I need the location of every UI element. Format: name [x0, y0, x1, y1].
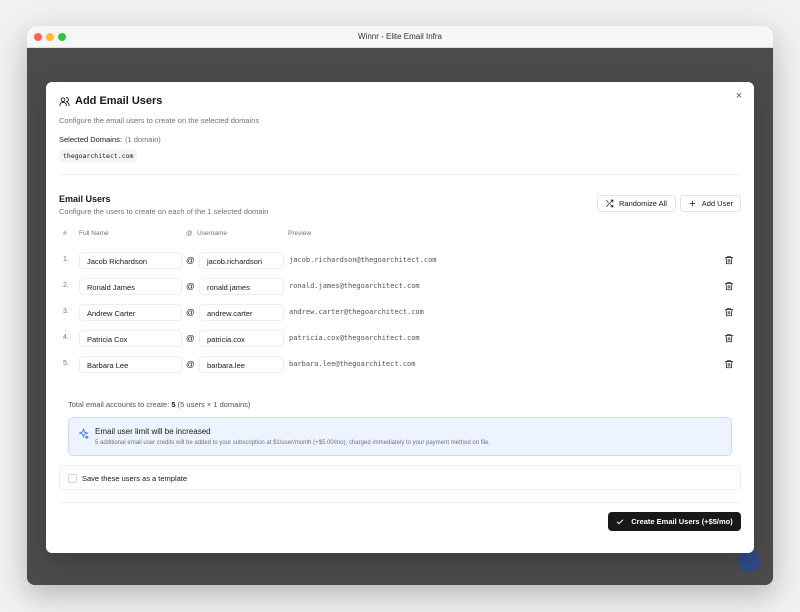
window-title: Winnr - Elite Email Infra	[357, 32, 443, 41]
username-input[interactable]: barbara.lee	[199, 356, 284, 373]
trash-icon[interactable]	[724, 255, 734, 265]
trash-icon[interactable]	[724, 359, 734, 369]
users-icon	[59, 96, 70, 106]
summary-detail: (5 users × 1 domains)	[177, 400, 251, 409]
username-input[interactable]: jacob.richardson	[199, 252, 284, 269]
chat-fab-button	[738, 550, 760, 572]
email-users-subtitle: Configure the users to create on each of…	[59, 207, 269, 216]
email-preview: jacob.richardson@thegoarchitect.com	[289, 256, 437, 264]
save-template-label: Save these users as a template	[82, 474, 188, 483]
footer-divider	[59, 502, 741, 503]
username-input[interactable]: patricia.cox	[199, 330, 284, 347]
at-sign: @	[186, 333, 195, 343]
column-header-full-name: Full Name	[79, 230, 109, 237]
plus-icon	[689, 200, 696, 207]
full-name-input[interactable]: Patricia Cox	[79, 330, 182, 347]
add-user-button[interactable]: Add User	[680, 195, 741, 212]
table-row: 4. Patricia Cox @ patricia.cox patricia.…	[59, 330, 741, 348]
dialog-header: Add Email Users	[59, 95, 162, 107]
email-preview: ronald.james@thegoarchitect.com	[289, 282, 420, 290]
add-user-label: Add User	[701, 199, 733, 208]
save-template-checkbox[interactable]	[68, 474, 77, 483]
column-header-number: #	[63, 230, 67, 237]
dialog-title: Add Email Users	[59, 95, 162, 107]
check-icon	[617, 519, 624, 524]
at-sign: @	[186, 281, 195, 291]
email-preview: patricia.cox@thegoarchitect.com	[289, 334, 420, 342]
username-input[interactable]: andrew.carter	[199, 304, 284, 321]
at-sign: @	[186, 307, 195, 317]
table-row: 1. Jacob Richardson @ jacob.richardson j…	[59, 252, 741, 270]
selected-domains-label-text: Selected Domains:	[59, 135, 122, 144]
create-email-users-label: Create Email Users (+$5/mo)	[631, 517, 733, 526]
title-bar: Winnr - Elite Email Infra	[27, 26, 773, 48]
full-name-input[interactable]: Andrew Carter	[79, 304, 182, 321]
full-name-input[interactable]: Jacob Richardson	[79, 252, 182, 269]
shuffle-icon	[606, 199, 614, 208]
full-name-input[interactable]: Barbara Lee	[79, 356, 182, 373]
limit-notice-description: 5 additional email user credits will be …	[95, 440, 491, 446]
total-accounts-summary: Total email accounts to create: 5 (5 use…	[68, 400, 250, 409]
column-header-at: @	[186, 230, 193, 237]
sparkle-icon	[78, 428, 89, 439]
email-preview: andrew.carter@thegoarchitect.com	[289, 308, 424, 316]
at-sign: @	[186, 359, 195, 369]
summary-label: Total email accounts to create:	[68, 400, 170, 409]
create-email-users-button[interactable]: Create Email Users (+$5/mo)	[608, 512, 741, 531]
full-name-input[interactable]: Ronald James	[79, 278, 182, 295]
row-number: 2.	[63, 282, 69, 289]
limit-notice: Email user limit will be increased 5 add…	[68, 417, 732, 456]
selected-domains-count: (1 domain)	[124, 135, 161, 144]
randomize-all-label: Randomize All	[619, 199, 667, 208]
email-users-title: Email Users	[59, 194, 111, 204]
trash-icon[interactable]	[724, 333, 734, 343]
row-number: 5.	[63, 360, 69, 367]
save-template-option[interactable]: Save these users as a template	[59, 465, 741, 490]
table-row: 3. Andrew Carter @ andrew.carter andrew.…	[59, 304, 741, 322]
column-header-preview: Preview	[288, 230, 312, 237]
add-email-users-dialog: × Add Email Users Configure the email us…	[46, 82, 754, 553]
limit-notice-title: Email user limit will be increased	[95, 427, 211, 436]
app-window: Winnr - Elite Email Infra × Add Email Us…	[27, 26, 773, 585]
trash-icon[interactable]	[724, 307, 734, 317]
row-number: 4.	[63, 334, 69, 341]
table-row: 2. Ronald James @ ronald.james ronald.ja…	[59, 278, 741, 296]
domain-chip: thegoarchitect.com	[59, 150, 138, 162]
table-row: 5. Barbara Lee @ barbara.lee barbara.lee…	[59, 356, 741, 374]
row-number: 1.	[63, 256, 69, 263]
section-divider	[59, 174, 741, 175]
trash-icon[interactable]	[724, 281, 734, 291]
selected-domains-label: Selected Domains: (1 domain)	[59, 135, 161, 144]
dialog-title-text: Add Email Users	[75, 95, 163, 107]
email-preview: barbara.lee@thegoarchitect.com	[289, 360, 416, 368]
summary-total: 5	[171, 400, 176, 409]
dialog-subtitle: Configure the email users to create on t…	[59, 116, 260, 125]
randomize-all-button[interactable]: Randomize All	[597, 195, 676, 212]
at-sign: @	[186, 255, 195, 265]
row-number: 3.	[63, 308, 69, 315]
close-dialog-button[interactable]: ×	[733, 90, 745, 102]
username-input[interactable]: ronald.james	[199, 278, 284, 295]
column-header-username: Username	[197, 230, 227, 237]
